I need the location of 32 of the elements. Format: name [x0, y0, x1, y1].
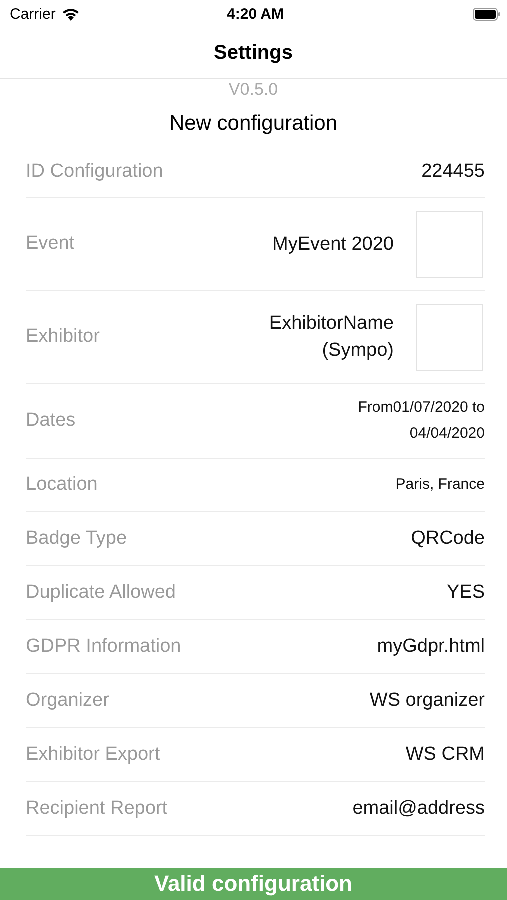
field-label: Exhibitor Export [26, 744, 162, 766]
field-value: ExhibitorName (Sympo) [268, 312, 394, 363]
nav-title: Settings [214, 42, 293, 64]
version-label: V0.5.0 [228, 80, 280, 100]
field-value: MyEvent 2020 [272, 232, 394, 256]
field-value: YES [446, 582, 485, 604]
field-value: From01/07/2020 to 04/04/2020 [357, 398, 485, 444]
carrier-name: Carrier [10, 6, 56, 22]
field-value: myGdpr.html [377, 636, 485, 658]
field-label: Event [26, 233, 76, 255]
status-time: 4:20 AM [227, 6, 284, 22]
wifi-icon [62, 8, 80, 20]
field-label: Dates [26, 410, 77, 432]
section-title: New configuration [168, 111, 339, 137]
field-value: Paris, France [396, 475, 485, 495]
field-value: email@address [352, 798, 485, 820]
image-placeholder [416, 304, 483, 370]
field-label: Badge Type [26, 528, 128, 550]
field-label: GDPR Information [26, 636, 182, 658]
field-label: Recipient Report [26, 798, 169, 820]
field-label: Duplicate Allowed [26, 582, 177, 604]
battery-icon [473, 8, 501, 20]
image-placeholder [416, 210, 483, 278]
field-label: Location [26, 474, 99, 496]
field-value: WS CRM [406, 744, 485, 766]
valid-configuration-button[interactable]: Valid configuration [0, 868, 507, 900]
field-label: ID Configuration [26, 160, 164, 182]
field-value: QRCode [411, 528, 485, 550]
field-value: WS organizer [370, 690, 485, 712]
field-value: 224455 [422, 160, 485, 182]
field-label: Organizer [26, 690, 110, 712]
field-label: Exhibitor [26, 326, 101, 348]
